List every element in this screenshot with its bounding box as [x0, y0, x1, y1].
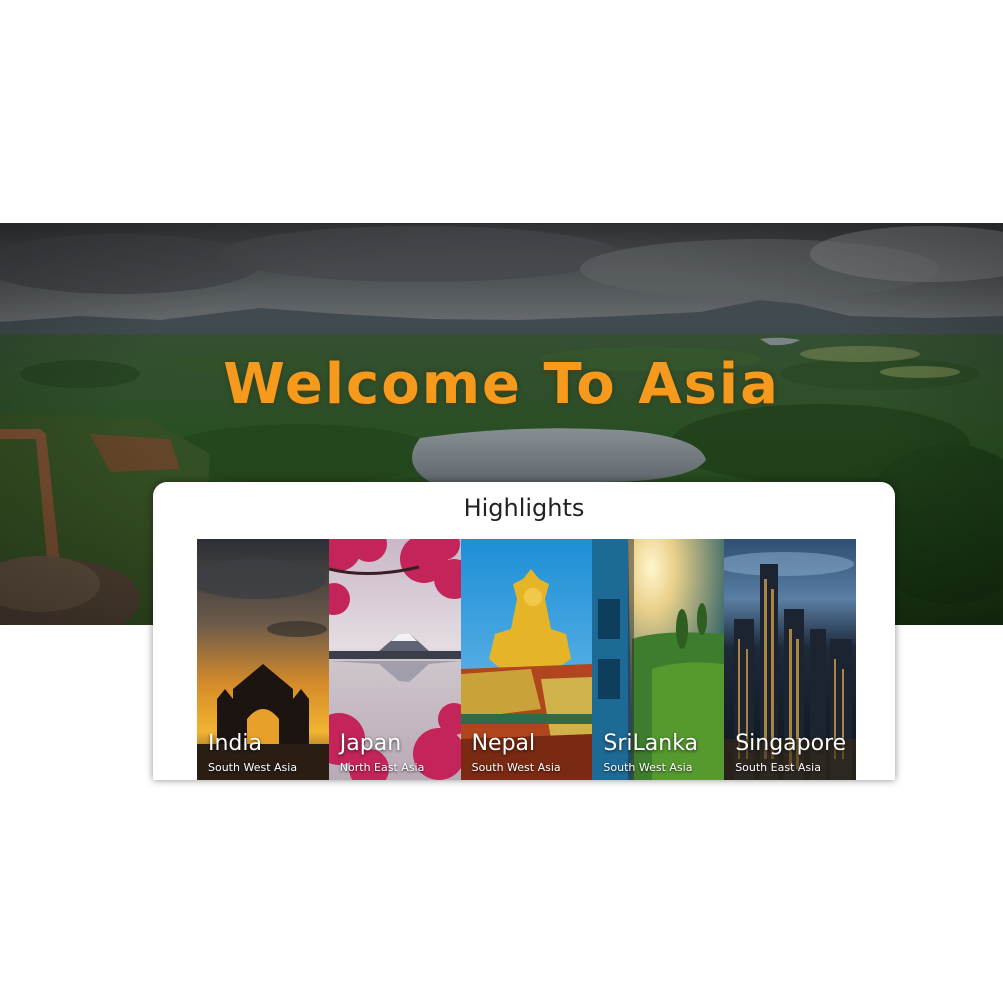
destination-region: North East Asia	[339, 761, 425, 774]
highlights-card: Highlights India South West Asia Japan N…	[153, 482, 895, 780]
destination-name: Nepal	[471, 731, 536, 756]
page: Welcome To Asia Highlights India South W…	[0, 0, 1003, 1003]
highlights-title: Highlights	[463, 494, 585, 522]
destination-region: South West Asia	[471, 761, 561, 774]
destination-region: South West Asia	[603, 761, 693, 774]
destination-name: Japan	[339, 731, 402, 756]
destination-name: India	[208, 731, 262, 756]
destination-name: SriLanka	[603, 731, 699, 756]
destination-tiles: India South West Asia Japan North East A…	[197, 539, 856, 780]
destination-tile-srilanka[interactable]: SriLanka South West Asia	[592, 539, 725, 780]
destination-region: South East Asia	[735, 761, 821, 774]
destination-tile-singapore[interactable]: Singapore South East Asia	[724, 539, 856, 780]
hero-title: Welcome To Asia	[223, 352, 780, 417]
destination-tile-nepal[interactable]: Nepal South West Asia	[460, 539, 593, 780]
destination-tile-japan[interactable]: Japan North East Asia	[328, 539, 461, 780]
destination-region: South West Asia	[208, 761, 298, 774]
destination-name: Singapore	[735, 731, 847, 756]
destination-tile-india[interactable]: India South West Asia	[197, 539, 329, 780]
